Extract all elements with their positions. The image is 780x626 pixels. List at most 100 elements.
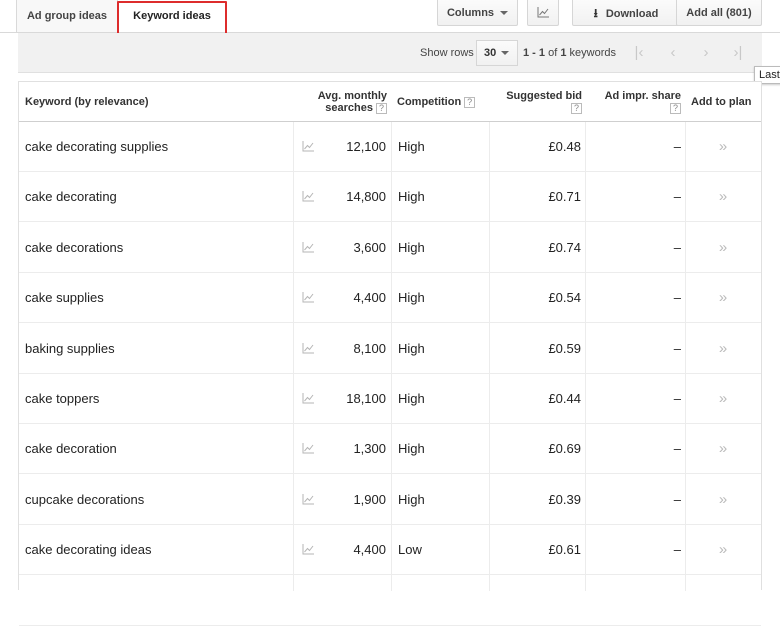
table-row[interactable]: cake decorating ideas 4,400 Low £0.61 –» [19,525,761,576]
show-rows-label: Show rows [420,47,474,59]
header-ad-impr-share[interactable]: Ad impr. share ? [585,82,681,122]
searches-cell: 14,800 [346,189,386,205]
competition-cell: High [398,290,425,306]
ad-impr-share-cell: – [673,239,681,255]
add-to-plan-button[interactable]: » [691,374,755,424]
competition-cell: High [398,189,425,205]
table-row[interactable]: cake decorating 14,800 High £0.71 –» [19,172,761,223]
trend-chart-icon[interactable] [302,172,318,222]
keyword-cell[interactable]: cake decoration [25,424,285,474]
pager-bar: Show rows 30 1 - 1 of 1 keywords |‹ ‹ › … [18,33,762,73]
ad-impr-share-cell: – [673,391,681,406]
table-row[interactable]: cake supplies 4,400 High £0.54 –» [19,273,761,324]
chevron-down-icon [501,51,510,56]
header-suggested-bid[interactable]: Suggested bid ? [489,82,582,122]
suggested-bid-cell: £0.74 [548,239,581,255]
columns-button[interactable]: Columns [437,0,518,26]
header-bid-label: Suggested bid [506,90,582,102]
download-button[interactable]: ⭳ Download [572,0,680,26]
help-icon[interactable]: ? [376,102,387,114]
suggested-bid-cell: £0.54 [548,290,581,306]
rows-per-page-select[interactable]: 30 [476,40,518,66]
last-page-icon[interactable]: ›| [725,33,751,73]
help-icon[interactable]: ? [571,102,582,114]
table-row[interactable]: baking supplies 8,100 High £0.59 –» [19,324,761,374]
header-competition[interactable]: Competition? [397,82,492,122]
first-page-icon[interactable]: |‹ [626,33,652,73]
keyword-cell[interactable]: cake decorating [25,172,285,222]
trend-chart-icon[interactable] [302,424,318,474]
keyword-cell[interactable]: cake decorating ideas [25,525,285,575]
range-suffix: keywords [569,47,616,59]
chart-toggle-button[interactable] [527,0,559,26]
table-row[interactable]: cake decoration 1,300 High £0.69 –» [19,424,761,475]
suggested-bid-cell: £0.69 [548,441,581,457]
range-start: 1 - 1 [523,47,546,59]
ad-impr-share-cell: – [673,491,681,507]
range-of: of [548,47,558,59]
ad-impr-share-cell: – [673,290,681,306]
trend-chart-icon[interactable] [302,223,318,273]
ad-impr-share-cell: – [673,340,681,356]
add-to-plan-button[interactable]: » [691,525,755,575]
competition-cell: High [398,391,425,406]
page-range: 1 - 1 of 1 keywords [523,33,616,73]
next-page-icon[interactable]: › [693,33,719,73]
header-impr-label: Ad impr. share [604,90,681,102]
tab-ad-group-ideas[interactable]: Ad group ideas [16,0,118,32]
competition-cell: High [398,139,425,154]
trend-chart-icon[interactable] [302,324,318,374]
searches-cell: 8,100 [353,340,386,356]
searches-cell: 18,100 [346,391,386,406]
suggested-bid-cell: £0.59 [548,340,581,356]
add-to-plan-button[interactable]: » [691,122,755,172]
table-row[interactable]: cake decorating supplies 12,100 High £0.48 –… [19,122,761,172]
keyword-cell[interactable]: cupcake decorations [25,475,285,525]
add-all-button[interactable]: Add all (801) [676,0,762,26]
trend-chart-icon[interactable] [302,122,318,172]
range-total: 1 [560,47,567,59]
chevron-down-icon [500,11,509,16]
table-row[interactable]: cupcake decorations 1,900 High £0.39 –» [19,475,761,525]
keyword-cell[interactable]: cake supplies [25,273,285,323]
keyword-cell[interactable]: cake toppers [25,374,285,424]
prev-page-icon[interactable]: ‹ [660,33,686,73]
suggested-bid-cell: £0.39 [548,491,581,507]
searches-cell: 12,100 [346,139,386,154]
add-to-plan-button[interactable]: » [691,172,755,222]
header-keyword[interactable]: Keyword (by relevance) [25,82,285,122]
table-row[interactable]: cake decorations 3,600 High £0.74 –» [19,223,761,273]
competition-cell: High [398,441,425,457]
trend-chart-icon[interactable] [302,374,318,424]
header-searches[interactable]: Avg. monthly searches? [295,82,387,122]
header-add-to-plan: Add to plan [691,96,752,108]
suggested-bid-cell: £0.48 [548,139,581,154]
trend-chart-icon[interactable] [302,273,318,323]
searches-cell: 4,400 [353,542,386,558]
keyword-cell[interactable]: cake decorating supplies [25,122,285,172]
table-header: Keyword (by relevance) Avg. monthly sear… [19,82,761,122]
keyword-cell[interactable]: cake decorations [25,223,285,273]
keyword-cell[interactable]: baking supplies [25,324,285,374]
trend-chart-icon[interactable] [302,475,318,525]
add-to-plan-button[interactable]: » [691,324,755,374]
searches-cell: 1,900 [353,491,386,507]
table-row [19,576,761,626]
table-row[interactable]: cake toppers 18,100 High £0.44 –» [19,374,761,424]
add-to-plan-button[interactable]: » [691,273,755,323]
searches-cell: 1,300 [353,441,386,457]
add-to-plan-button[interactable]: » [691,424,755,474]
help-icon[interactable]: ? [670,102,681,114]
tab-keyword-ideas[interactable]: Keyword ideas [120,0,224,32]
header-searches-line1: Avg. monthly [317,90,387,102]
suggested-bid-cell: £0.61 [548,542,581,558]
ad-impr-share-cell: – [673,139,681,154]
help-icon[interactable]: ? [464,96,476,108]
ad-impr-share-cell: – [673,189,681,205]
suggested-bid-cell: £0.44 [548,391,581,406]
add-to-plan-button[interactable]: » [691,475,755,525]
trend-chart-icon[interactable] [302,525,318,575]
trend-chart-icon [537,7,549,18]
add-to-plan-button[interactable]: » [691,223,755,273]
header-searches-line2: searches [325,102,373,114]
